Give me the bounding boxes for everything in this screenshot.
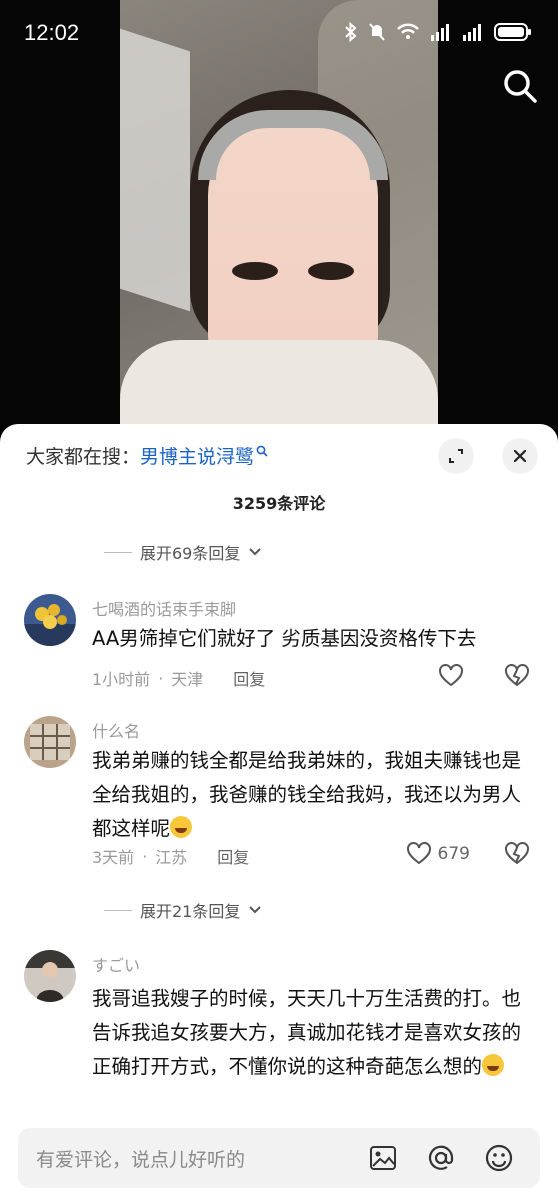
search-suggestion-term[interactable]: 男博主说浔鹭	[140, 442, 254, 469]
comment-username[interactable]: すごい	[92, 952, 140, 976]
comment-meta: 1小时前 · 天津 回复	[92, 666, 265, 690]
broken-heart-icon	[505, 664, 529, 687]
status-icons	[344, 22, 532, 42]
comment-time: 1小时前	[92, 670, 151, 689]
chevron-down-icon	[249, 548, 262, 556]
comment-input-bar[interactable]: 有爱评论，说点儿好听的	[18, 1128, 540, 1188]
avatar[interactable]	[24, 716, 76, 768]
heart-icon	[406, 842, 431, 865]
comment-username[interactable]: 七喝酒的话束手束脚	[92, 596, 236, 620]
status-bar: 12:02	[0, 0, 558, 64]
comment-time: 3天前	[92, 848, 135, 867]
dislike-button[interactable]	[504, 842, 530, 870]
mute-bell-icon	[369, 23, 385, 41]
reply-button[interactable]: 回复	[233, 666, 265, 690]
at-icon	[428, 1145, 454, 1170]
crying-laugh-emoji	[170, 816, 193, 838]
bluetooth-icon	[345, 22, 357, 42]
comment-sheet: 大家都在搜： 男博主说浔鹭 3259条评论 展开69条回复 七喝酒的话束手束脚 …	[0, 424, 558, 1200]
comment-location: 天津	[171, 670, 204, 689]
comment-text: 我哥追我嫂子的时候，天天几十万生活费的打。也告诉我追女孩要大方，真诚加花钱才是喜…	[92, 987, 522, 1078]
search-suggestion[interactable]: 大家都在搜： 男博主说浔鹭	[26, 442, 268, 469]
like-button[interactable]	[438, 664, 470, 688]
sweat-smile-emoji	[482, 1054, 505, 1076]
expand-icon	[449, 449, 463, 463]
chevron-down-icon	[249, 906, 262, 914]
comment-location: 江苏	[155, 848, 188, 867]
signal-icon-2	[463, 24, 481, 41]
close-icon	[513, 449, 527, 463]
search-suggestion-label: 大家都在搜：	[26, 446, 141, 468]
comment-text: 我弟弟赚的钱全都是给我弟妹的，我姐夫赚钱也是全给我姐的，我爸赚的钱全给我妈，我还…	[92, 749, 522, 840]
dislike-button[interactable]	[504, 664, 530, 692]
wifi-icon	[397, 23, 419, 39]
expand-replies-label: 展开69条回复	[140, 544, 241, 563]
expand-replies-button[interactable]: 展开69条回复	[104, 540, 262, 564]
comment-text: AA男筛掉它们就好了 劣质基因没资格传下去	[92, 627, 477, 650]
heart-icon	[439, 664, 463, 687]
comments-count: 3259条评论	[232, 494, 326, 513]
comment-meta: 3天前 · 江苏 回复	[92, 844, 249, 868]
emoji-button[interactable]	[482, 1141, 516, 1175]
expand-replies-label: 展开21条回复	[140, 902, 241, 921]
small-search-icon	[256, 445, 268, 457]
fullscreen-button[interactable]	[438, 438, 474, 474]
mention-button[interactable]	[424, 1141, 458, 1175]
broken-heart-icon	[505, 842, 529, 865]
search-icon[interactable]	[500, 66, 540, 106]
expand-replies-button[interactable]: 展开21条回复	[104, 898, 262, 922]
close-button[interactable]	[502, 438, 538, 474]
like-button[interactable]: 679	[406, 842, 470, 866]
battery-icon	[494, 23, 531, 41]
emoji-icon	[485, 1144, 513, 1172]
signal-icon	[431, 24, 449, 41]
comment-input[interactable]: 有爱评论，说点儿好听的	[36, 1145, 366, 1172]
comment-username[interactable]: 什么名	[92, 718, 140, 742]
avatar[interactable]	[24, 594, 76, 646]
avatar[interactable]	[24, 950, 76, 1002]
status-time: 12:02	[24, 20, 80, 45]
image-icon	[370, 1146, 396, 1170]
like-count: 679	[437, 844, 470, 864]
image-button[interactable]	[366, 1141, 400, 1175]
reply-button[interactable]: 回复	[217, 844, 249, 868]
